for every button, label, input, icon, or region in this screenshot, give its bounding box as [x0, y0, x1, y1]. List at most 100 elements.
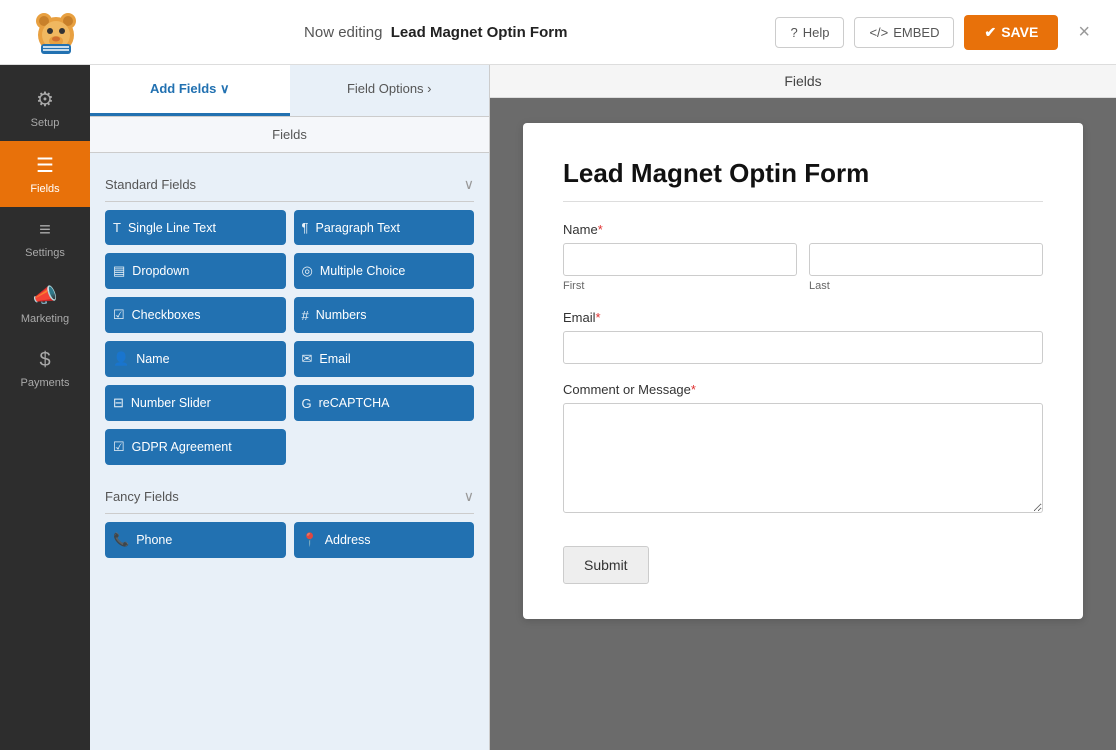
field-btn-single-line-text[interactable]: T Single Line Text: [105, 210, 286, 245]
email-input[interactable]: [563, 331, 1043, 364]
close-button[interactable]: ×: [1068, 16, 1100, 49]
field-btn-paragraph-text[interactable]: ¶ Paragraph Text: [294, 210, 475, 245]
field-btn-multiple-choice[interactable]: ◎ Multiple Choice: [294, 253, 475, 289]
logo-area: [16, 7, 96, 57]
embed-code-icon: </>: [869, 25, 888, 40]
field-btn-address[interactable]: 📍 Address: [294, 522, 475, 558]
field-btn-name[interactable]: 👤 Name: [105, 341, 286, 377]
header-title: Now editing Lead Magnet Optin Form: [96, 24, 775, 41]
form-name-label: Lead Magnet Optin Form: [391, 24, 568, 41]
fields-icon: ☰: [36, 153, 54, 178]
comment-field-label: Comment or Message*: [563, 382, 1043, 397]
form-preview-area: Fields Lead Magnet Optin Form Name* Firs…: [490, 65, 1116, 750]
field-btn-gdpr[interactable]: ☑ GDPR Agreement: [105, 429, 286, 465]
top-header: Now editing Lead Magnet Optin Form ? Hel…: [0, 0, 1116, 65]
sidebar-item-marketing[interactable]: 📣 Marketing: [0, 271, 90, 337]
location-icon: 📍: [302, 532, 318, 548]
phone-icon: 📞: [113, 532, 129, 548]
single-line-text-label: Single Line Text: [128, 221, 216, 235]
fancy-fields-chevron-icon: ∨: [464, 488, 474, 505]
comment-required-indicator: *: [691, 382, 696, 397]
field-btn-dropdown[interactable]: ▤ Dropdown: [105, 253, 286, 289]
first-name-input[interactable]: [563, 243, 797, 276]
tab-add-fields[interactable]: Add Fields ∨: [90, 65, 290, 116]
last-name-sublabel: Last: [809, 280, 1043, 292]
gear-icon: ⚙: [36, 87, 54, 112]
name-required-indicator: *: [598, 222, 603, 237]
sidebar-item-fields[interactable]: ☰ Fields: [0, 141, 90, 207]
field-btn-number-slider[interactable]: ⊟ Number Slider: [105, 385, 286, 421]
form-field-email: Email*: [563, 310, 1043, 364]
save-label: SAVE: [1001, 24, 1038, 40]
recaptcha-label: reCAPTCHA: [319, 396, 390, 410]
recaptcha-icon: G: [302, 396, 312, 411]
left-sidebar: ⚙ Setup ☰ Fields ≡ Settings 📣 Marketing …: [0, 65, 90, 750]
save-button[interactable]: ✔ SAVE: [964, 15, 1058, 50]
sidebar-label-fields: Fields: [30, 183, 59, 195]
help-label: Help: [803, 25, 830, 40]
main-layout: ⚙ Setup ☰ Fields ≡ Settings 📣 Marketing …: [0, 65, 1116, 750]
last-name-wrap: Last: [809, 243, 1043, 292]
form-field-name: Name* First Last: [563, 222, 1043, 292]
fancy-fields-grid: 📞 Phone 📍 Address: [105, 522, 474, 558]
email-icon: ✉: [302, 351, 313, 367]
form-submit-button[interactable]: Submit: [563, 546, 649, 584]
standard-fields-section-header[interactable]: Standard Fields ∨: [105, 168, 474, 202]
last-name-input[interactable]: [809, 243, 1043, 276]
email-label: Email: [319, 352, 350, 366]
sidebar-item-setup[interactable]: ⚙ Setup: [0, 75, 90, 141]
field-btn-checkboxes[interactable]: ☑ Checkboxes: [105, 297, 286, 333]
checkbox-icon: ☑: [113, 307, 125, 323]
comment-textarea[interactable]: [563, 403, 1043, 513]
dropdown-label: Dropdown: [132, 264, 189, 278]
text-icon: T: [113, 220, 121, 235]
phone-label: Phone: [136, 533, 172, 547]
add-fields-tab-label: Add Fields ∨: [150, 81, 230, 96]
logo-bear-icon: [31, 7, 81, 57]
email-required-indicator: *: [596, 310, 601, 325]
fields-panel: Add Fields ∨ Field Options › Fields Stan…: [90, 65, 490, 750]
name-field-label: Name*: [563, 222, 1043, 237]
gdpr-icon: ☑: [113, 439, 125, 455]
multiple-choice-label: Multiple Choice: [320, 264, 405, 278]
first-name-sublabel: First: [563, 280, 797, 292]
fancy-fields-title: Fancy Fields: [105, 489, 179, 504]
address-label: Address: [325, 533, 371, 547]
preview-header: Fields: [490, 65, 1116, 98]
preview-header-label: Fields: [784, 73, 821, 89]
editing-label: Now editing: [304, 24, 382, 41]
field-btn-phone[interactable]: 📞 Phone: [105, 522, 286, 558]
checkboxes-label: Checkboxes: [132, 308, 201, 322]
multiple-choice-icon: ◎: [302, 263, 313, 279]
field-btn-email[interactable]: ✉ Email: [294, 341, 475, 377]
email-field-label: Email*: [563, 310, 1043, 325]
form-field-comment: Comment or Message*: [563, 382, 1043, 518]
sidebar-label-setup: Setup: [31, 117, 60, 129]
tab-field-options[interactable]: Field Options ›: [290, 65, 490, 116]
hash-icon: #: [302, 308, 309, 323]
field-btn-recaptcha[interactable]: G reCAPTCHA: [294, 385, 475, 421]
fancy-fields-section-header[interactable]: Fancy Fields ∨: [105, 480, 474, 514]
submit-label: Submit: [584, 557, 628, 573]
help-icon: ?: [790, 25, 797, 40]
sidebar-item-payments[interactable]: $ Payments: [0, 337, 90, 401]
embed-button[interactable]: </> EMBED: [854, 17, 954, 48]
field-options-tab-label: Field Options ›: [347, 81, 432, 96]
sidebar-label-marketing: Marketing: [21, 313, 69, 325]
dropdown-icon: ▤: [113, 263, 125, 279]
fields-tab-label: Fields: [90, 117, 489, 153]
slider-icon: ⊟: [113, 395, 124, 411]
first-name-wrap: First: [563, 243, 797, 292]
help-button[interactable]: ? Help: [775, 17, 844, 48]
close-icon: ×: [1078, 21, 1090, 43]
form-canvas: Lead Magnet Optin Form Name* First Last: [523, 123, 1083, 619]
settings-icon: ≡: [39, 219, 51, 242]
paragraph-icon: ¶: [302, 220, 309, 235]
sidebar-label-settings: Settings: [25, 247, 65, 259]
sidebar-item-settings[interactable]: ≡ Settings: [0, 207, 90, 271]
megaphone-icon: 📣: [33, 283, 58, 308]
fields-scroll: Standard Fields ∨ T Single Line Text ¶ P…: [90, 153, 489, 750]
embed-label: EMBED: [893, 25, 939, 40]
fields-label-text: Fields: [272, 127, 307, 142]
field-btn-numbers[interactable]: # Numbers: [294, 297, 475, 333]
